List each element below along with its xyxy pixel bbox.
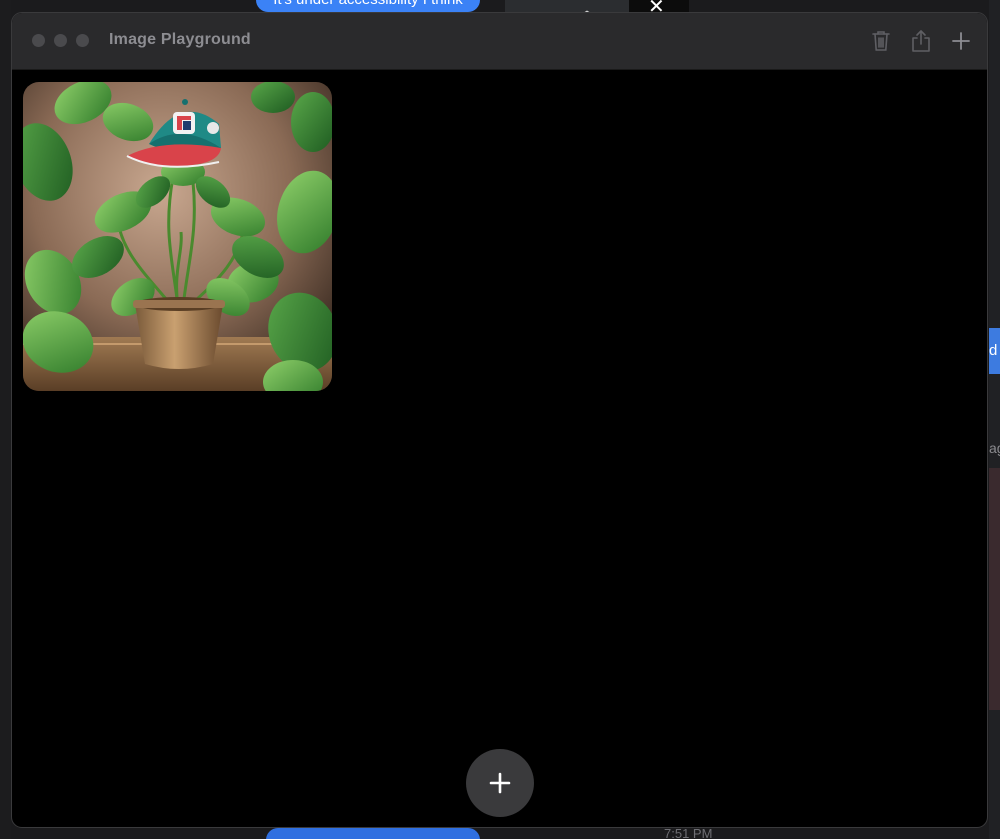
background-right-panel [989, 468, 1000, 710]
image-playground-window: Image Playground [11, 12, 988, 828]
window-close-button[interactable] [32, 34, 45, 47]
gallery-image-thumbnail[interactable] [23, 82, 332, 391]
trash-icon [872, 31, 890, 51]
background-left-strip [0, 0, 11, 839]
plus-icon [489, 772, 511, 794]
share-button[interactable] [908, 28, 934, 54]
plus-icon [952, 32, 970, 50]
share-icon [912, 30, 930, 52]
generated-image [23, 82, 332, 391]
new-image-button[interactable] [948, 28, 974, 54]
delete-button[interactable] [868, 28, 894, 54]
titlebar: Image Playground [12, 13, 987, 70]
background-right-bubble: d [989, 328, 1000, 374]
window-minimize-button[interactable] [54, 34, 67, 47]
background-right-strip [989, 0, 1000, 839]
window-title: Image Playground [109, 31, 251, 48]
background-message-bubble: It's under accessibility I think [256, 0, 480, 12]
window-zoom-button[interactable] [76, 34, 89, 47]
background-message-bubble-bottom [266, 828, 480, 839]
background-right-text: ag [989, 440, 1000, 456]
create-image-button[interactable] [466, 749, 534, 817]
